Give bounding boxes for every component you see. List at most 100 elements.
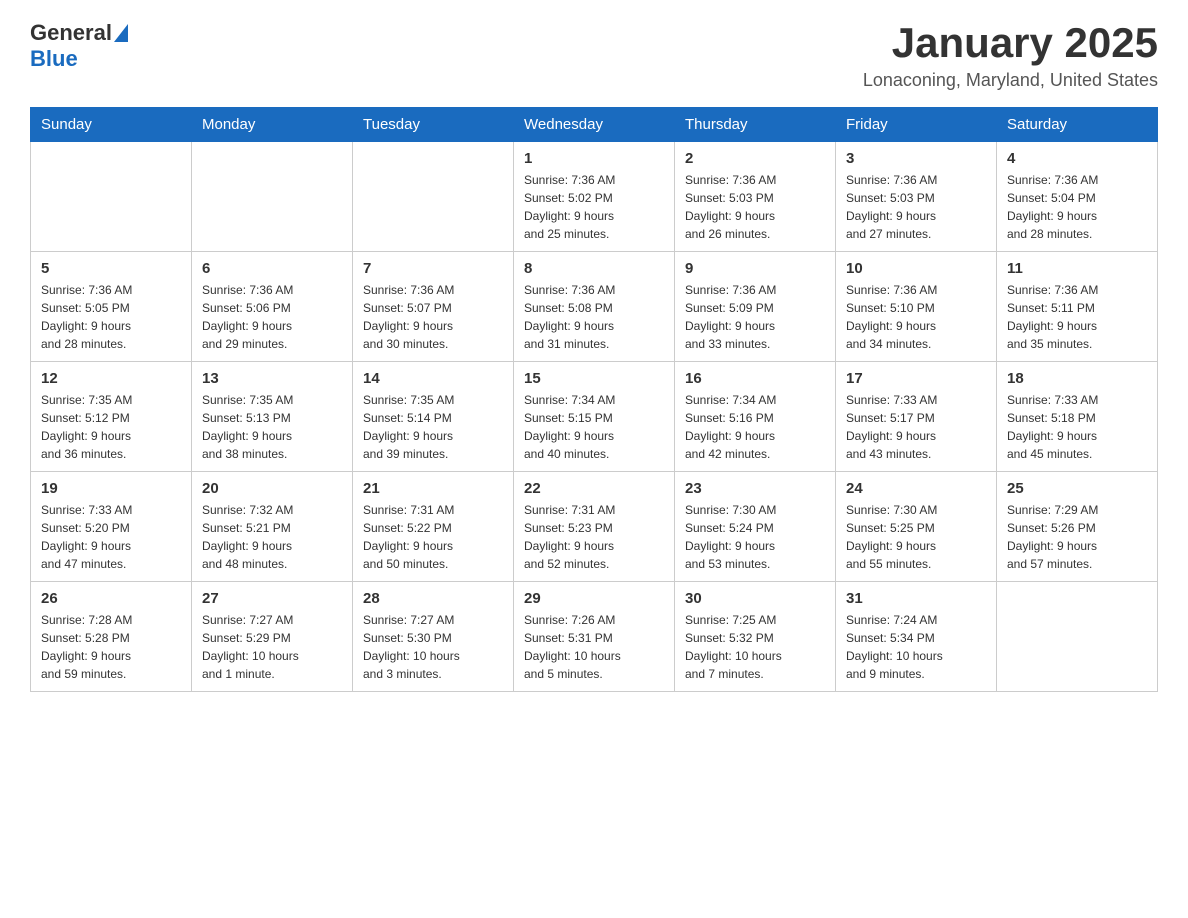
day-info: Sunrise: 7:30 AM Sunset: 5:25 PM Dayligh… bbox=[846, 501, 986, 573]
day-number: 23 bbox=[685, 480, 825, 497]
day-info: Sunrise: 7:36 AM Sunset: 5:07 PM Dayligh… bbox=[363, 281, 503, 353]
calendar-cell: 10Sunrise: 7:36 AM Sunset: 5:10 PM Dayli… bbox=[836, 252, 997, 362]
day-info: Sunrise: 7:33 AM Sunset: 5:18 PM Dayligh… bbox=[1007, 391, 1147, 463]
day-number: 11 bbox=[1007, 260, 1147, 277]
day-info: Sunrise: 7:31 AM Sunset: 5:22 PM Dayligh… bbox=[363, 501, 503, 573]
day-info: Sunrise: 7:36 AM Sunset: 5:02 PM Dayligh… bbox=[524, 171, 664, 243]
day-info: Sunrise: 7:35 AM Sunset: 5:12 PM Dayligh… bbox=[41, 391, 181, 463]
calendar-cell: 14Sunrise: 7:35 AM Sunset: 5:14 PM Dayli… bbox=[353, 362, 514, 472]
column-header-monday: Monday bbox=[192, 108, 353, 142]
day-info: Sunrise: 7:35 AM Sunset: 5:13 PM Dayligh… bbox=[202, 391, 342, 463]
week-row-5: 26 Sunrise: 7:28 AM Sunset: 5:28 PM Dayli… bbox=[31, 582, 1158, 692]
day-info: Sunrise: 7:31 AM Sunset: 5:23 PM Dayligh… bbox=[524, 501, 664, 573]
calendar-cell: 17 Sunrise: 7:33 AM Sunset: 5:17 PM Dayli… bbox=[836, 362, 997, 472]
calendar-cell: 20 Sunrise: 7:32 AM Sunset: 5:21 PM Dayli… bbox=[192, 472, 353, 582]
week-row-2: 5 Sunrise: 7:36 AM Sunset: 5:05 PM Daylig… bbox=[31, 252, 1158, 362]
calendar-cell: 18 Sunrise: 7:33 AM Sunset: 5:18 PM Dayli… bbox=[997, 362, 1158, 472]
day-info: Sunrise: 7:26 AM Sunset: 5:31 PM Dayligh… bbox=[524, 611, 664, 683]
column-header-saturday: Saturday bbox=[997, 108, 1158, 142]
day-info: Sunrise: 7:34 AM Sunset: 5:15 PM Dayligh… bbox=[524, 391, 664, 463]
day-number: 4 bbox=[1007, 150, 1147, 167]
day-number: 1 bbox=[524, 150, 664, 167]
day-number: 14 bbox=[363, 370, 503, 387]
day-info: Sunrise: 7:24 AM Sunset: 5:34 PM Dayligh… bbox=[846, 611, 986, 683]
calendar-cell: 16Sunrise: 7:34 AM Sunset: 5:16 PM Dayli… bbox=[675, 362, 836, 472]
day-info: Sunrise: 7:30 AM Sunset: 5:24 PM Dayligh… bbox=[685, 501, 825, 573]
day-number: 7 bbox=[363, 260, 503, 277]
calendar-cell: 19 Sunrise: 7:33 AM Sunset: 5:20 PM Dayli… bbox=[31, 472, 192, 582]
calendar-cell: 24Sunrise: 7:30 AM Sunset: 5:25 PM Dayli… bbox=[836, 472, 997, 582]
day-number: 9 bbox=[685, 260, 825, 277]
day-info: Sunrise: 7:36 AM Sunset: 5:11 PM Dayligh… bbox=[1007, 281, 1147, 353]
day-info: Sunrise: 7:27 AM Sunset: 5:29 PM Dayligh… bbox=[202, 611, 342, 683]
calendar-cell: 4Sunrise: 7:36 AM Sunset: 5:04 PM Daylig… bbox=[997, 142, 1158, 252]
day-info: Sunrise: 7:36 AM Sunset: 5:06 PM Dayligh… bbox=[202, 281, 342, 353]
calendar-cell bbox=[353, 142, 514, 252]
calendar-cell: 12 Sunrise: 7:35 AM Sunset: 5:12 PM Dayli… bbox=[31, 362, 192, 472]
day-info: Sunrise: 7:36 AM Sunset: 5:09 PM Dayligh… bbox=[685, 281, 825, 353]
day-info: Sunrise: 7:33 AM Sunset: 5:17 PM Dayligh… bbox=[846, 391, 986, 463]
logo-general: General bbox=[30, 20, 112, 46]
column-header-wednesday: Wednesday bbox=[514, 108, 675, 142]
day-number: 25 bbox=[1007, 480, 1147, 497]
day-info: Sunrise: 7:36 AM Sunset: 5:05 PM Dayligh… bbox=[41, 281, 181, 353]
calendar-cell: 25 Sunrise: 7:29 AM Sunset: 5:26 PM Dayli… bbox=[997, 472, 1158, 582]
day-number: 3 bbox=[846, 150, 986, 167]
calendar-cell: 6 Sunrise: 7:36 AM Sunset: 5:06 PM Daylig… bbox=[192, 252, 353, 362]
day-number: 15 bbox=[524, 370, 664, 387]
calendar-cell: 23 Sunrise: 7:30 AM Sunset: 5:24 PM Dayli… bbox=[675, 472, 836, 582]
calendar-cell: 5 Sunrise: 7:36 AM Sunset: 5:05 PM Daylig… bbox=[31, 252, 192, 362]
calendar-cell: 13Sunrise: 7:35 AM Sunset: 5:13 PM Dayli… bbox=[192, 362, 353, 472]
calendar-cell: 11 Sunrise: 7:36 AM Sunset: 5:11 PM Dayli… bbox=[997, 252, 1158, 362]
title-section: January 2025 Lonaconing, Maryland, Unite… bbox=[863, 20, 1158, 91]
day-number: 28 bbox=[363, 590, 503, 607]
calendar-cell: 22 Sunrise: 7:31 AM Sunset: 5:23 PM Dayli… bbox=[514, 472, 675, 582]
week-row-1: 1 Sunrise: 7:36 AM Sunset: 5:02 PM Daylig… bbox=[31, 142, 1158, 252]
calendar-cell: 1 Sunrise: 7:36 AM Sunset: 5:02 PM Daylig… bbox=[514, 142, 675, 252]
logo-blue: Blue bbox=[30, 46, 78, 72]
day-number: 20 bbox=[202, 480, 342, 497]
day-info: Sunrise: 7:28 AM Sunset: 5:28 PM Dayligh… bbox=[41, 611, 181, 683]
day-info: Sunrise: 7:32 AM Sunset: 5:21 PM Dayligh… bbox=[202, 501, 342, 573]
logo: General Blue bbox=[30, 20, 128, 72]
day-number: 10 bbox=[846, 260, 986, 277]
calendar-table: SundayMondayTuesdayWednesdayThursdayFrid… bbox=[30, 107, 1158, 692]
column-header-sunday: Sunday bbox=[31, 108, 192, 142]
location-title: Lonaconing, Maryland, United States bbox=[863, 70, 1158, 91]
week-row-4: 19 Sunrise: 7:33 AM Sunset: 5:20 PM Dayli… bbox=[31, 472, 1158, 582]
column-header-thursday: Thursday bbox=[675, 108, 836, 142]
calendar-cell: 3 Sunrise: 7:36 AM Sunset: 5:03 PM Daylig… bbox=[836, 142, 997, 252]
day-number: 26 bbox=[41, 590, 181, 607]
calendar-cell bbox=[192, 142, 353, 252]
day-number: 30 bbox=[685, 590, 825, 607]
day-number: 18 bbox=[1007, 370, 1147, 387]
day-number: 6 bbox=[202, 260, 342, 277]
calendar-cell: 30Sunrise: 7:25 AM Sunset: 5:32 PM Dayli… bbox=[675, 582, 836, 692]
calendar-cell: 9 Sunrise: 7:36 AM Sunset: 5:09 PM Daylig… bbox=[675, 252, 836, 362]
column-header-tuesday: Tuesday bbox=[353, 108, 514, 142]
day-info: Sunrise: 7:29 AM Sunset: 5:26 PM Dayligh… bbox=[1007, 501, 1147, 573]
day-info: Sunrise: 7:33 AM Sunset: 5:20 PM Dayligh… bbox=[41, 501, 181, 573]
month-title: January 2025 bbox=[863, 20, 1158, 66]
calendar-cell bbox=[997, 582, 1158, 692]
day-number: 31 bbox=[846, 590, 986, 607]
calendar-cell: 26 Sunrise: 7:28 AM Sunset: 5:28 PM Dayli… bbox=[31, 582, 192, 692]
calendar-cell: 8Sunrise: 7:36 AM Sunset: 5:08 PM Daylig… bbox=[514, 252, 675, 362]
day-number: 22 bbox=[524, 480, 664, 497]
calendar-cell: 29 Sunrise: 7:26 AM Sunset: 5:31 PM Dayli… bbox=[514, 582, 675, 692]
calendar-cell: 15 Sunrise: 7:34 AM Sunset: 5:15 PM Dayli… bbox=[514, 362, 675, 472]
day-number: 19 bbox=[41, 480, 181, 497]
calendar-cell: 21 Sunrise: 7:31 AM Sunset: 5:22 PM Dayli… bbox=[353, 472, 514, 582]
calendar-cell bbox=[31, 142, 192, 252]
day-number: 17 bbox=[846, 370, 986, 387]
day-number: 2 bbox=[685, 150, 825, 167]
day-info: Sunrise: 7:36 AM Sunset: 5:03 PM Dayligh… bbox=[685, 171, 825, 243]
calendar-cell: 27Sunrise: 7:27 AM Sunset: 5:29 PM Dayli… bbox=[192, 582, 353, 692]
day-number: 29 bbox=[524, 590, 664, 607]
day-number: 5 bbox=[41, 260, 181, 277]
day-number: 12 bbox=[41, 370, 181, 387]
calendar-cell: 7 Sunrise: 7:36 AM Sunset: 5:07 PM Daylig… bbox=[353, 252, 514, 362]
day-number: 8 bbox=[524, 260, 664, 277]
day-info: Sunrise: 7:36 AM Sunset: 5:03 PM Dayligh… bbox=[846, 171, 986, 243]
day-number: 21 bbox=[363, 480, 503, 497]
